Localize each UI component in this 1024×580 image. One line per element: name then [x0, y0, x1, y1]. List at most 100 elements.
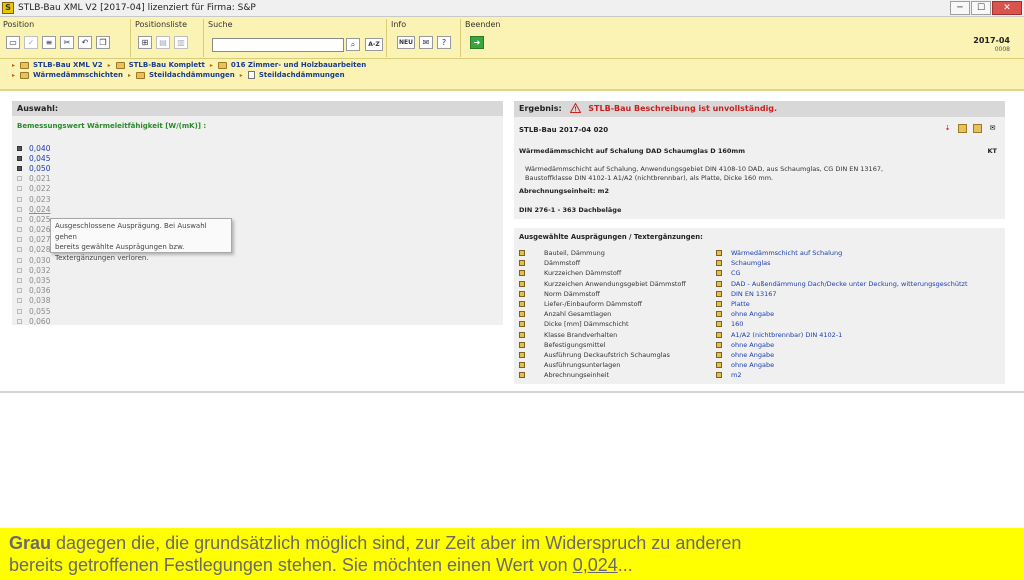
folder-icon [20, 61, 30, 69]
value-option-excluded[interactable]: 0,055 [17, 306, 50, 316]
list-icon[interactable]: ≡ [42, 36, 56, 49]
list-edit-icon[interactable]: ▤ [156, 36, 170, 49]
result-warning: STLB-Bau Beschreibung ist unvollständig. [588, 104, 778, 113]
value-edit-icon[interactable] [716, 290, 722, 297]
attribute-edit-icon[interactable] [519, 341, 525, 348]
new-document-icon[interactable]: ▭ [6, 36, 20, 49]
window-titlebar: S STLB-Bau XML V2 [2017-04] lizenziert f… [0, 0, 1024, 17]
value-option-excluded[interactable]: 0,036 [17, 286, 50, 296]
value-edit-icon[interactable] [716, 270, 722, 277]
attribute-row[interactable]: Kurzzeichen Dämmstoff CG [519, 268, 999, 278]
value-option-excluded[interactable]: 0,021 [17, 174, 50, 184]
folder-open-icon[interactable] [973, 124, 982, 133]
attribute-row[interactable]: Befestigungsmittel ohne Angabe [519, 340, 999, 350]
attribute-row[interactable]: Liefer-/Einbauform Dämmstoff Platte [519, 299, 999, 309]
value-option[interactable]: 0,045 [17, 153, 50, 163]
chevron-right-icon: ▸ [127, 71, 131, 79]
attribute-edit-icon[interactable] [519, 311, 525, 318]
value-option[interactable]: 0,050 [17, 163, 50, 173]
attribute-row[interactable]: Klasse Brandverhalten A1/A2 (nichtbrennba… [519, 330, 999, 340]
value-option-excluded[interactable]: 0,026 [17, 225, 50, 235]
long-text-line: Wärmedämmschicht auf Schalung, Anwendung… [525, 165, 884, 173]
value-option-excluded[interactable]: 0,035 [17, 275, 50, 285]
attribute-edit-icon[interactable] [519, 362, 525, 369]
attribute-row[interactable]: Ausführungsunterlagen ohne Angabe [519, 360, 999, 370]
breadcrumb-item[interactable]: STLB-Bau XML V2 [20, 61, 103, 69]
folder-save-icon[interactable] [958, 124, 967, 133]
exit-icon[interactable]: ➜ [470, 36, 484, 49]
value-marker-icon [17, 227, 22, 233]
value-edit-icon[interactable] [716, 321, 722, 328]
attribute-edit-icon[interactable] [519, 331, 525, 338]
value-option[interactable]: 0,040 [17, 143, 50, 153]
chevron-right-icon: ▸ [239, 71, 243, 79]
value-edit-icon[interactable] [716, 311, 722, 318]
attribute-row[interactable]: Anzahl Gesamtlagen ohne Angabe [519, 309, 999, 319]
breadcrumb-item[interactable]: Steildachdämmungen [247, 71, 345, 79]
breadcrumb-item[interactable]: Steildachdämmungen [135, 71, 235, 79]
attribute-row[interactable]: Bauteil, Dämmung Wärmedämmschicht auf Sch… [519, 248, 999, 258]
value-edit-icon[interactable] [716, 280, 722, 287]
value-option-excluded[interactable]: 0,025 [17, 214, 50, 224]
window-title: STLB-Bau XML V2 [2017-04] lizenziert für… [18, 3, 256, 13]
value-edit-icon[interactable] [716, 362, 722, 369]
breadcrumb: ▸ STLB-Bau XML V2 ▸ STLB-Bau Komplett ▸ … [0, 59, 1024, 91]
attribute-row[interactable]: Ausführung Deckaufstrich Schaumglas ohne … [519, 350, 999, 360]
value-option-excluded[interactable]: 0,028 [17, 245, 50, 255]
minimize-button[interactable]: ─ [950, 1, 970, 15]
help-button[interactable]: ? [437, 36, 451, 49]
tooltip-line: Ausgeschlossene Ausprägung. Bei Auswahl … [55, 222, 207, 241]
mail-icon[interactable]: ✉ [988, 124, 997, 133]
mail-icon[interactable]: ✉ [419, 36, 433, 49]
attribute-row[interactable]: Abrechnungseinheit m2 [519, 370, 999, 380]
attribute-edit-icon[interactable] [519, 351, 525, 358]
value-edit-icon[interactable] [716, 301, 722, 308]
attribute-row[interactable]: Dämmstoff Schaumglas [519, 258, 999, 268]
attribute-edit-icon[interactable] [519, 270, 525, 277]
cut-icon[interactable]: ✂ [60, 36, 74, 49]
checkmark-icon[interactable]: ✓ [24, 36, 38, 49]
attribute-edit-icon[interactable] [519, 260, 525, 267]
attribute-edit-icon[interactable] [519, 372, 525, 379]
breadcrumb-item[interactable]: Wärmedämmschichten [20, 71, 123, 79]
copy-icon[interactable]: ❐ [96, 36, 110, 49]
attribute-edit-icon[interactable] [519, 250, 525, 257]
attribute-row[interactable]: Dicke [mm] Dämmschicht 160 [519, 319, 999, 329]
breadcrumb-item[interactable]: 016 Zimmer- und Holzbauarbeiten [217, 61, 367, 69]
close-button[interactable]: ✕ [992, 1, 1022, 15]
list-add-icon[interactable]: ⊞ [138, 36, 152, 49]
binoculars-icon[interactable]: ⌕ [346, 38, 360, 51]
attribute-edit-icon[interactable] [519, 301, 525, 308]
value-option-excluded[interactable]: 0,023 [17, 194, 50, 204]
value-option-excluded[interactable]: 0,030 [17, 255, 50, 265]
value-edit-icon[interactable] [716, 351, 722, 358]
value-edit-icon[interactable] [716, 331, 722, 338]
value-option-excluded[interactable]: 0,038 [17, 296, 50, 306]
value-marker-icon [17, 196, 22, 202]
value-option-excluded[interactable]: 0,027 [17, 235, 50, 245]
az-sort-button[interactable]: A-Z [365, 38, 383, 51]
value-option-excluded[interactable]: 0,032 [17, 265, 50, 275]
value-marker-icon [17, 318, 22, 324]
breadcrumb-label: 016 Zimmer- und Holzbauarbeiten [230, 61, 367, 69]
attribute-edit-icon[interactable] [519, 280, 525, 287]
maximize-button[interactable]: ☐ [971, 1, 991, 15]
value-edit-icon[interactable] [716, 250, 722, 257]
search-input[interactable] [212, 38, 344, 52]
attribute-edit-icon[interactable] [519, 290, 525, 297]
new-info-button[interactable]: NEU [397, 36, 415, 49]
value-edit-icon[interactable] [716, 341, 722, 348]
value-edit-icon[interactable] [716, 260, 722, 267]
attribute-edit-icon[interactable] [519, 321, 525, 328]
pdf-export-icon[interactable]: ⇣ [943, 124, 952, 133]
value-option-excluded[interactable]: 0,060 [17, 316, 50, 326]
attribute-row[interactable]: Norm Dämmstoff DIN EN 13167 [519, 289, 999, 299]
attribute-row[interactable]: Kurzzeichen Anwendungsgebiet Dämmstoff DA… [519, 279, 999, 289]
value-option-excluded[interactable]: 0,022 [17, 184, 50, 194]
breadcrumb-item[interactable]: STLB-Bau Komplett [115, 61, 205, 69]
value-option-excluded[interactable]: 0,024 [17, 204, 50, 214]
main-content: Auswahl: Bemessungswert Wärmeleitfähigke… [0, 93, 1024, 393]
value-edit-icon[interactable] [716, 372, 722, 379]
list-remove-icon[interactable]: ▥ [174, 36, 188, 49]
undo-icon[interactable]: ↶ [78, 36, 92, 49]
